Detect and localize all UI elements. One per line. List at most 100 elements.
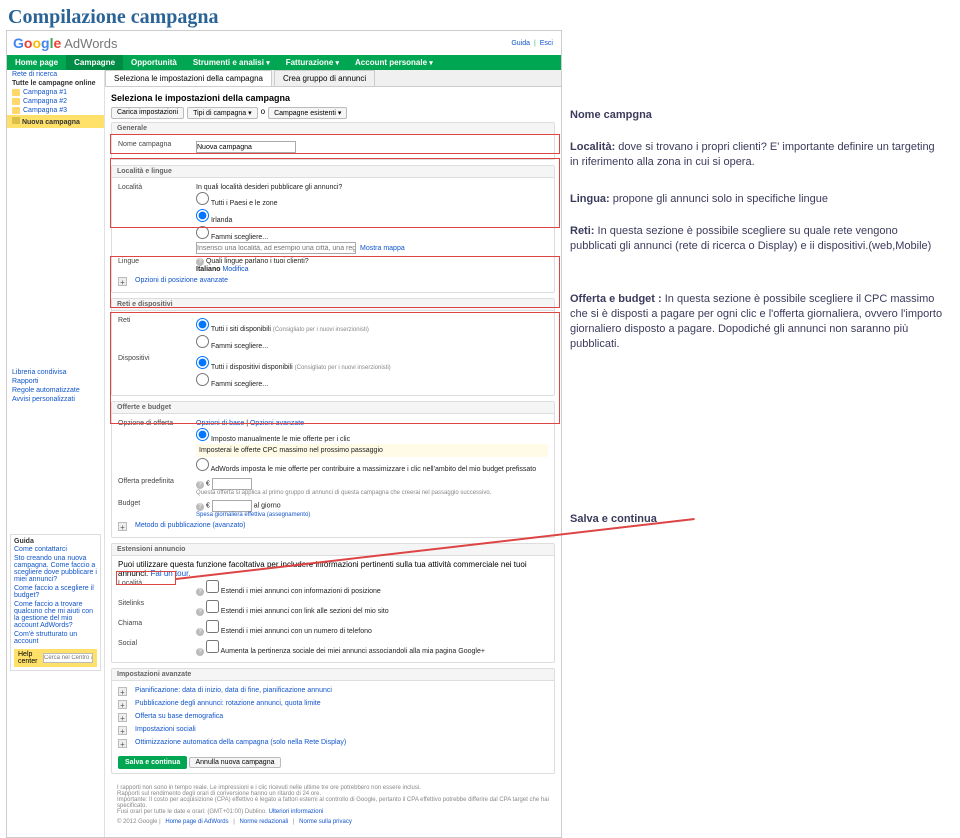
radio-irlanda[interactable]: Irlanda xyxy=(196,208,548,225)
footer-link[interactable]: Home page di AdWords xyxy=(165,819,228,825)
fs-head-offerte: Offerte e budget xyxy=(112,402,554,414)
help-search-input[interactable] xyxy=(43,653,93,663)
esist-dropdown[interactable]: Campagne esistenti ▾ xyxy=(268,107,347,119)
nav-campagne[interactable]: Campagne xyxy=(66,55,123,70)
guide-item[interactable]: Sto creando una nuova campagna. Come fac… xyxy=(14,554,97,584)
expand-icon[interactable]: + xyxy=(118,739,127,748)
tipo-dropdown[interactable]: Tipi di campagna ▾ xyxy=(187,107,258,119)
side-rapporti[interactable]: Rapporti xyxy=(7,377,104,386)
nav-home[interactable]: Home page xyxy=(7,55,66,70)
fs-estensioni: Estensioni annuncio Puoi utilizzare ques… xyxy=(111,543,555,663)
side-regole[interactable]: Regole automatizzate xyxy=(7,386,104,395)
save-button[interactable]: Salva e continua xyxy=(118,756,187,769)
fs-head-reti: Reti e dispositivi xyxy=(112,299,554,311)
footer: I rapporti non sono in tempo reale. Le i… xyxy=(111,779,555,831)
side-libreria[interactable]: Libreria condivisa xyxy=(7,368,104,377)
ext-soc-label: Social xyxy=(118,640,188,647)
folder-icon xyxy=(12,98,20,105)
spesa-link[interactable]: Spesa giornaliera effettiva (assegnament… xyxy=(196,512,548,518)
adwords-screenshot: Google AdWords Guida | Esci Home page Ca… xyxy=(6,30,562,838)
opz-adv-link[interactable]: Opzioni avanzate xyxy=(250,420,304,427)
top-links: Guida | Esci xyxy=(509,40,555,47)
nome-label: Nome campagna xyxy=(118,141,188,148)
ext-site-check[interactable] xyxy=(206,600,219,613)
footer-link[interactable]: Norme redazionali xyxy=(240,819,289,825)
adwords-label: AdWords xyxy=(64,36,117,51)
expand-icon[interactable]: + xyxy=(118,687,127,696)
chevron-down-icon: ▾ xyxy=(429,60,433,67)
radio-scegli[interactable]: Fammi scegliere... xyxy=(196,225,548,242)
nav-fatturazione[interactable]: Fatturazione ▾ xyxy=(278,55,347,70)
fs-head-ext: Estensioni annuncio xyxy=(112,544,554,556)
more-link[interactable]: Ulteriori informazioni xyxy=(269,809,324,815)
nav-account[interactable]: Account personale ▾ xyxy=(347,55,441,70)
adv-item[interactable]: Offerta su base demografica xyxy=(135,713,223,720)
expand-icon[interactable]: + xyxy=(118,700,127,709)
help-icon: ? xyxy=(196,258,204,266)
ext-soc-check[interactable] xyxy=(206,640,219,653)
metodo-link[interactable]: Metodo di pubblicazione (avanzato) xyxy=(135,522,246,529)
lingue-q: Quali lingue parlano i tuoi clienti? xyxy=(206,258,309,265)
help-icon: ? xyxy=(196,648,204,656)
side-avvisi[interactable]: Avvisi personalizzati xyxy=(7,395,104,404)
annot-salva: Salva e continua xyxy=(570,512,945,527)
fs-avanzate: Impostazioni avanzate + Pianificazione: … xyxy=(111,668,555,774)
radio-reti-tutti[interactable]: Tutti i siti disponibili (Consigliato pe… xyxy=(196,317,548,334)
side-camp1[interactable]: Campagna #1 xyxy=(7,88,104,97)
help-center: Help center xyxy=(14,649,97,667)
folder-icon xyxy=(12,117,20,124)
tab-crea[interactable]: Crea gruppo di annunci xyxy=(274,70,375,86)
annot-offerta: Offerta e budget : In questa sezione è p… xyxy=(570,292,945,351)
guide-item[interactable]: Come contattarci xyxy=(14,545,97,554)
expand-icon[interactable]: + xyxy=(118,726,127,735)
radio-disp-tutti[interactable]: Tutti i dispositivi disponibili (Consigl… xyxy=(196,355,548,372)
radio-tutti[interactable]: Tutti i Paesi e le zone xyxy=(196,191,548,208)
adv-item[interactable]: Pubblicazione degli annunci: rotazione a… xyxy=(135,700,321,707)
expand-icon[interactable]: + xyxy=(118,522,127,531)
nav-opportunita[interactable]: Opportunità xyxy=(123,55,185,70)
pred-input[interactable] xyxy=(212,478,252,490)
expand-icon[interactable]: + xyxy=(118,713,127,722)
cancel-button[interactable]: Annulla nuova campagna xyxy=(189,757,280,768)
adv-item[interactable]: Ottimizzazione automatica della campagna… xyxy=(135,739,346,746)
side-camp2[interactable]: Campagna #2 xyxy=(7,97,104,106)
expand-icon[interactable]: + xyxy=(118,277,127,286)
nav-strumenti[interactable]: Strumenti e analisi ▾ xyxy=(185,55,278,70)
opz-pos-link[interactable]: Opzioni di posizione avanzate xyxy=(135,277,228,284)
mostra-mappa-link[interactable]: Mostra mappa xyxy=(360,245,405,252)
side-camp3[interactable]: Campagna #3 xyxy=(7,106,104,115)
adv-item[interactable]: Impostazioni sociali xyxy=(135,726,196,733)
reti-label: Reti xyxy=(118,317,188,324)
help-center-label: Help center xyxy=(18,651,43,665)
opz-base-link[interactable]: Opzioni di base xyxy=(196,420,244,427)
radio-manual[interactable]: Imposto manualmente le mie offerte per i… xyxy=(196,427,548,444)
help-icon: ? xyxy=(196,608,204,616)
budget-input[interactable] xyxy=(212,500,252,512)
footer-link[interactable]: Norme sulla privacy xyxy=(299,819,352,825)
tour-link[interactable]: Fai un tour. xyxy=(150,569,190,578)
tab-seleziona[interactable]: Seleziona le impostazioni della campagna xyxy=(105,70,272,86)
ext-call-check[interactable] xyxy=(206,620,219,633)
modifica-link[interactable]: Modifica xyxy=(222,266,248,273)
radio-reti-scegli[interactable]: Fammi scegliere... xyxy=(196,334,548,351)
adv-item[interactable]: Pianificazione: data di inizio, data di … xyxy=(135,687,332,694)
annot-nome: Nome campgna xyxy=(570,108,945,123)
radio-disp-scegli[interactable]: Fammi scegliere... xyxy=(196,372,548,389)
esci-link[interactable]: Esci xyxy=(540,40,553,47)
fs-head-generale: Generale xyxy=(112,123,554,135)
loc-search-input[interactable] xyxy=(196,242,356,254)
nome-input[interactable] xyxy=(196,141,296,153)
carica-button[interactable]: Carica impostazioni xyxy=(111,107,184,119)
side-all-online[interactable]: Tutte le campagne online xyxy=(7,79,104,88)
guide-title: Guida xyxy=(14,538,97,545)
side-rete[interactable]: Rete di ricerca xyxy=(7,70,104,79)
guide-item[interactable]: Come faccio a scegliere il budget? xyxy=(14,584,97,600)
guide-item[interactable]: Com'è strutturato un account xyxy=(14,630,97,646)
guide-item[interactable]: Come faccio a trovare qualcuno che mi ai… xyxy=(14,600,97,630)
ext-loc-check[interactable] xyxy=(206,580,219,593)
radio-awauto[interactable]: AdWords imposta le mie offerte per contr… xyxy=(196,457,548,474)
guida-link[interactable]: Guida xyxy=(511,40,530,47)
currency-label: € xyxy=(206,503,210,510)
side-new-campaign[interactable]: Nuova campagna xyxy=(7,115,104,128)
or-label: o xyxy=(261,107,265,119)
